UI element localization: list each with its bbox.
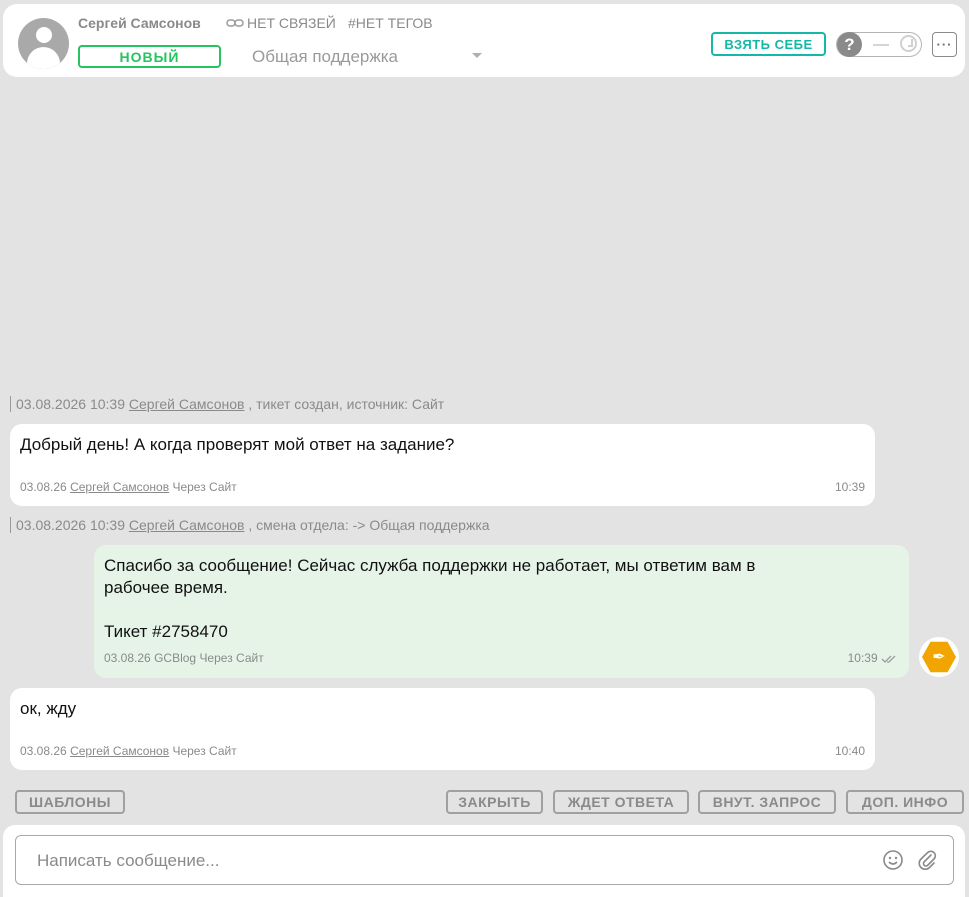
message-date: 03.08.26 (20, 480, 67, 494)
message-line: Тикет #2758470 (104, 622, 228, 641)
message-date: 03.08.26 (20, 744, 67, 758)
message-meta: 03.08.26 Сергей Самсонов Через Сайт (20, 744, 237, 758)
message-date: 03.08.26 (104, 651, 151, 665)
event-author-link[interactable]: Сергей Самсонов (129, 517, 245, 533)
event-text: , тикет создан, источник: Сайт (248, 396, 445, 412)
event-time: 03.08.2026 10:39 (16, 517, 125, 533)
message-time-value: 10:39 (847, 651, 878, 665)
event-text: , смена отдела: -> Общая поддержка (248, 517, 490, 533)
message-meta: 03.08.26 GCBlog Через Сайт (104, 651, 264, 665)
event-line: 03.08.2026 10:39 Сергей Самсонов , тикет… (10, 396, 444, 412)
toggle-dash (873, 44, 889, 46)
availability-toggle[interactable]: ? (836, 32, 922, 57)
message-author: GCBlog (154, 651, 197, 665)
templates-button[interactable]: ШАБЛОНЫ (15, 790, 125, 814)
awaiting-reply-button[interactable]: ЖДЕТ ОТВЕТА (553, 790, 689, 814)
message-text: ок, жду (20, 699, 77, 718)
internal-request-button[interactable]: ВНУТ. ЗАПРОС (698, 790, 836, 814)
extra-info-button[interactable]: ДОП. ИНФО (846, 790, 964, 814)
ticket-header: Сергей Самсонов НЕТ СВЯЗЕЙ #НЕТ ТЕГОВ НО… (3, 4, 965, 77)
client-avatar[interactable] (18, 18, 69, 69)
close-ticket-button[interactable]: ЗАКРЫТЬ (446, 790, 543, 814)
message-time: 10:40 (834, 744, 865, 758)
event-time: 03.08.2026 10:39 (16, 396, 125, 412)
agent-avatar[interactable]: ✒ (919, 637, 959, 677)
message-source: Через Сайт (172, 744, 237, 758)
message-time: 10:39 (834, 480, 865, 494)
event-line: 03.08.2026 10:39 Сергей Самсонов , смена… (10, 517, 490, 533)
message-source: Через Сайт (199, 651, 264, 665)
take-ticket-button[interactable]: ВЗЯТЬ СЕБЕ (711, 32, 826, 56)
message-meta: 03.08.26 Сергей Самсонов Через Сайт (20, 480, 237, 494)
message-line: Спасибо за сообщение! Сейчас служба подд… (104, 556, 756, 575)
message-text: Добрый день! А когда проверят мой ответ … (20, 435, 455, 454)
message-time: 10:39 (848, 651, 897, 665)
clock-icon (900, 35, 917, 52)
incoming-message: ок, жду 03.08.26 Сергей Самсонов Через С… (10, 688, 875, 770)
double-check-icon (881, 655, 896, 663)
outgoing-message: Спасибо за сообщение! Сейчас служба подд… (94, 545, 909, 678)
event-author-link[interactable]: Сергей Самсонов (129, 396, 245, 412)
chevron-down-icon (472, 53, 482, 58)
message-input[interactable] (35, 849, 859, 873)
message-author-link[interactable]: Сергей Самсонов (70, 480, 169, 494)
message-source: Через Сайт (172, 480, 237, 494)
department-value: Общая поддержка (252, 47, 399, 66)
attachment-icon[interactable] (916, 849, 938, 871)
tags-indicator[interactable]: #НЕТ ТЕГОВ (348, 15, 433, 31)
links-label: НЕТ СВЯЗЕЙ (247, 15, 336, 31)
message-text: Спасибо за сообщение! Сейчас служба подд… (104, 555, 755, 643)
message-author-link[interactable]: Сергей Самсонов (70, 744, 169, 758)
question-icon: ? (837, 32, 862, 57)
more-options-button[interactable]: ··· (932, 32, 957, 57)
compose-box (15, 835, 954, 885)
link-icon (226, 19, 244, 27)
client-name[interactable]: Сергей Самсонов (78, 15, 201, 31)
department-select[interactable]: Общая поддержка (252, 47, 484, 69)
status-badge[interactable]: НОВЫЙ (78, 45, 221, 68)
message-line: рабочее время. (104, 578, 228, 597)
emoji-icon[interactable] (882, 849, 904, 871)
pen-icon: ✒ (922, 641, 956, 673)
links-indicator[interactable]: НЕТ СВЯЗЕЙ (226, 15, 336, 31)
incoming-message: Добрый день! А когда проверят мой ответ … (10, 424, 875, 506)
